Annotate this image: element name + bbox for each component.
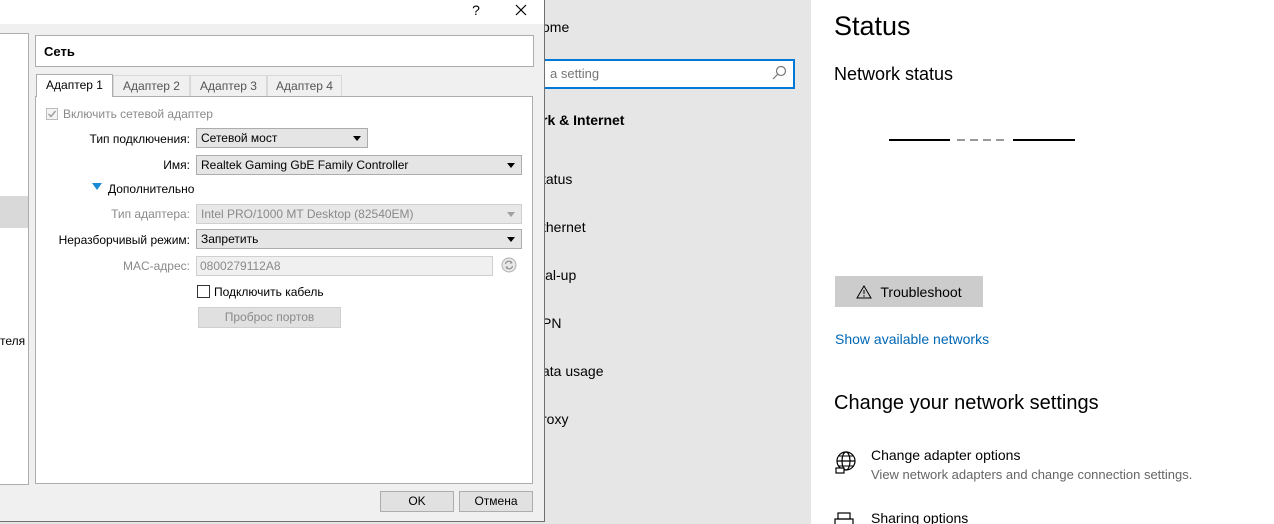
globe-adapter-icon	[835, 451, 856, 474]
adapter-type-label: Тип адаптера:	[111, 207, 190, 221]
section-title: Сеть	[44, 44, 75, 59]
network-status-diagram	[889, 139, 1075, 141]
sharing-options-link[interactable]: Sharing options	[871, 510, 968, 524]
checkmark-icon	[47, 110, 57, 118]
refresh-mac-icon[interactable]	[501, 257, 517, 273]
nav-item-data-usage[interactable]: ata usage	[542, 363, 604, 379]
promiscuous-mode-label: Неразборчивый режим:	[58, 233, 190, 247]
settings-search-input[interactable]: a setting	[530, 59, 795, 89]
nav-item-dialup[interactable]: ial-up	[542, 267, 576, 283]
nav-item-ethernet[interactable]: thernet	[542, 219, 586, 235]
chevron-down-icon	[507, 237, 515, 242]
nav-home[interactable]: ome	[542, 19, 569, 35]
close-icon	[515, 4, 527, 16]
chevron-down-icon	[507, 163, 515, 168]
page-title: Status	[834, 11, 911, 41]
chevron-down-icon	[353, 136, 361, 141]
promiscuous-mode-value: Запретить	[201, 232, 259, 246]
change-adapter-options-link[interactable]: Change adapter options	[871, 447, 1020, 463]
nav-section-title: rk & Internet	[542, 112, 625, 128]
tab-adapter-3[interactable]: Адаптер 3	[190, 75, 267, 96]
section-header: Сеть	[35, 35, 534, 67]
connection-type-select[interactable]: Сетевой мост	[196, 128, 368, 148]
change-adapter-options-desc: View network adapters and change connect…	[871, 467, 1193, 482]
network-settings-dialog: ? теля Сеть Адаптер 1 Адаптер 2 Адаптер …	[0, 0, 545, 522]
tab-adapter-2[interactable]: Адаптер 2	[113, 75, 190, 96]
mac-address-label: MAC-адрес:	[122, 259, 190, 273]
help-button[interactable]: ?	[466, 0, 486, 20]
connection-type-label: Тип подключения:	[89, 132, 190, 146]
tab-adapter-4[interactable]: Адаптер 4	[267, 75, 342, 96]
tab-adapter-1[interactable]: Адаптер 1	[36, 74, 113, 97]
warning-icon	[856, 284, 873, 298]
settings-content: Status Network status Troubleshoot Show …	[811, 0, 1274, 524]
port-forwarding-button[interactable]: Проброс портов	[198, 307, 341, 328]
enable-adapter-label: Включить сетевой адаптер	[63, 107, 213, 121]
show-available-networks-link[interactable]: Show available networks	[835, 331, 989, 347]
adapter-type-select[interactable]: Intel PRO/1000 MT Desktop (82540EM)	[196, 204, 522, 224]
adapter-name-value: Realtek Gaming GbE Family Controller	[201, 158, 409, 172]
cancel-button[interactable]: Отмена	[459, 491, 533, 512]
close-button[interactable]	[509, 0, 533, 20]
connection-type-value: Сетевой мост	[201, 131, 278, 145]
selected-category[interactable]	[0, 196, 28, 228]
chevron-down-icon	[507, 212, 515, 217]
adapter-name-select[interactable]: Realtek Gaming GbE Family Controller	[196, 155, 522, 175]
dialog-titlebar[interactable]: ?	[0, 0, 544, 24]
network-status-heading: Network status	[834, 64, 954, 84]
mac-address-input[interactable]: 0800279112A8	[196, 256, 493, 276]
advanced-toggle[interactable]: Дополнительно	[108, 182, 194, 196]
connect-cable-checkbox[interactable]	[197, 285, 210, 298]
settings-category-list: теля	[0, 33, 29, 485]
connect-cable-label: Подключить кабель	[214, 285, 324, 299]
search-placeholder: a setting	[550, 66, 600, 81]
nav-item-proxy[interactable]: roxy	[542, 411, 568, 427]
enable-adapter-checkbox[interactable]	[46, 108, 58, 120]
printer-sharing-icon	[834, 512, 854, 524]
category-label-fragment[interactable]: теля	[0, 334, 25, 348]
ok-button[interactable]: OK	[380, 491, 454, 512]
troubleshoot-label: Troubleshoot	[880, 283, 962, 300]
expand-triangle-icon[interactable]	[92, 183, 102, 190]
adapter-name-label: Имя:	[163, 158, 190, 172]
nav-item-status[interactable]: tatus	[542, 171, 572, 187]
change-settings-heading: Change your network settings	[834, 392, 1099, 414]
troubleshoot-button[interactable]: Troubleshoot	[835, 276, 983, 307]
promiscuous-mode-select[interactable]: Запретить	[196, 229, 522, 249]
search-icon[interactable]	[771, 65, 787, 81]
adapter-type-value: Intel PRO/1000 MT Desktop (82540EM)	[201, 207, 414, 221]
